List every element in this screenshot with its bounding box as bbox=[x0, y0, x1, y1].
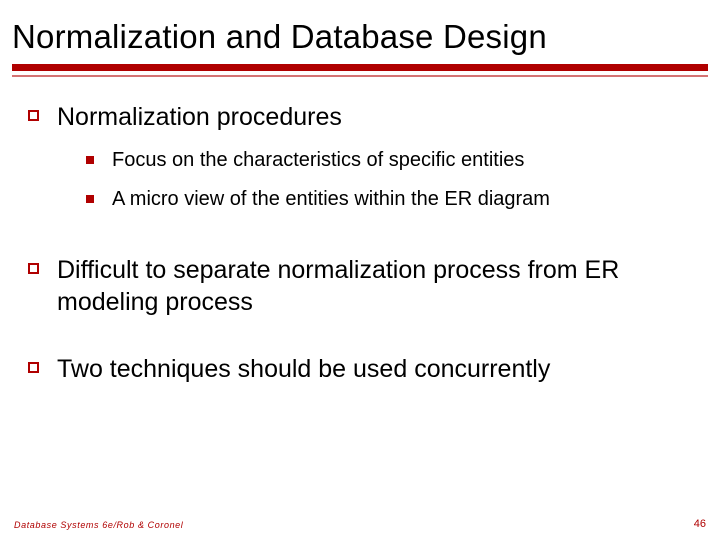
footer-source: Database Systems 6e/Rob & Coronel bbox=[14, 520, 183, 530]
sub-bullet-item: Focus on the characteristics of specific… bbox=[86, 148, 700, 173]
filled-square-icon bbox=[86, 156, 94, 164]
hollow-square-icon bbox=[28, 362, 39, 373]
page-number: 46 bbox=[694, 518, 706, 530]
bullet-text: Two techniques should be used concurrent… bbox=[57, 353, 550, 386]
bullet-item: Two techniques should be used concurrent… bbox=[28, 353, 700, 386]
hollow-square-icon bbox=[28, 263, 39, 274]
title-rule-thick bbox=[12, 64, 708, 71]
title-rule-thin bbox=[12, 75, 708, 77]
filled-square-icon bbox=[86, 195, 94, 203]
footer: Database Systems 6e/Rob & Coronel 46 bbox=[0, 518, 720, 530]
slide: Normalization and Database Design Normal… bbox=[0, 0, 720, 540]
sub-bullet-text: Focus on the characteristics of specific… bbox=[112, 148, 524, 173]
sub-bullet-item: A micro view of the entities within the … bbox=[86, 187, 700, 212]
content-area: Normalization procedures Focus on the ch… bbox=[0, 77, 720, 385]
sub-bullet-text: A micro view of the entities within the … bbox=[112, 187, 550, 212]
bullet-text: Difficult to separate normalization proc… bbox=[57, 254, 700, 319]
slide-title: Normalization and Database Design bbox=[0, 0, 720, 62]
bullet-item: Normalization procedures bbox=[28, 101, 700, 134]
sub-list: Focus on the characteristics of specific… bbox=[86, 148, 700, 212]
hollow-square-icon bbox=[28, 110, 39, 121]
bullet-item: Difficult to separate normalization proc… bbox=[28, 254, 700, 319]
bullet-text: Normalization procedures bbox=[57, 101, 342, 134]
